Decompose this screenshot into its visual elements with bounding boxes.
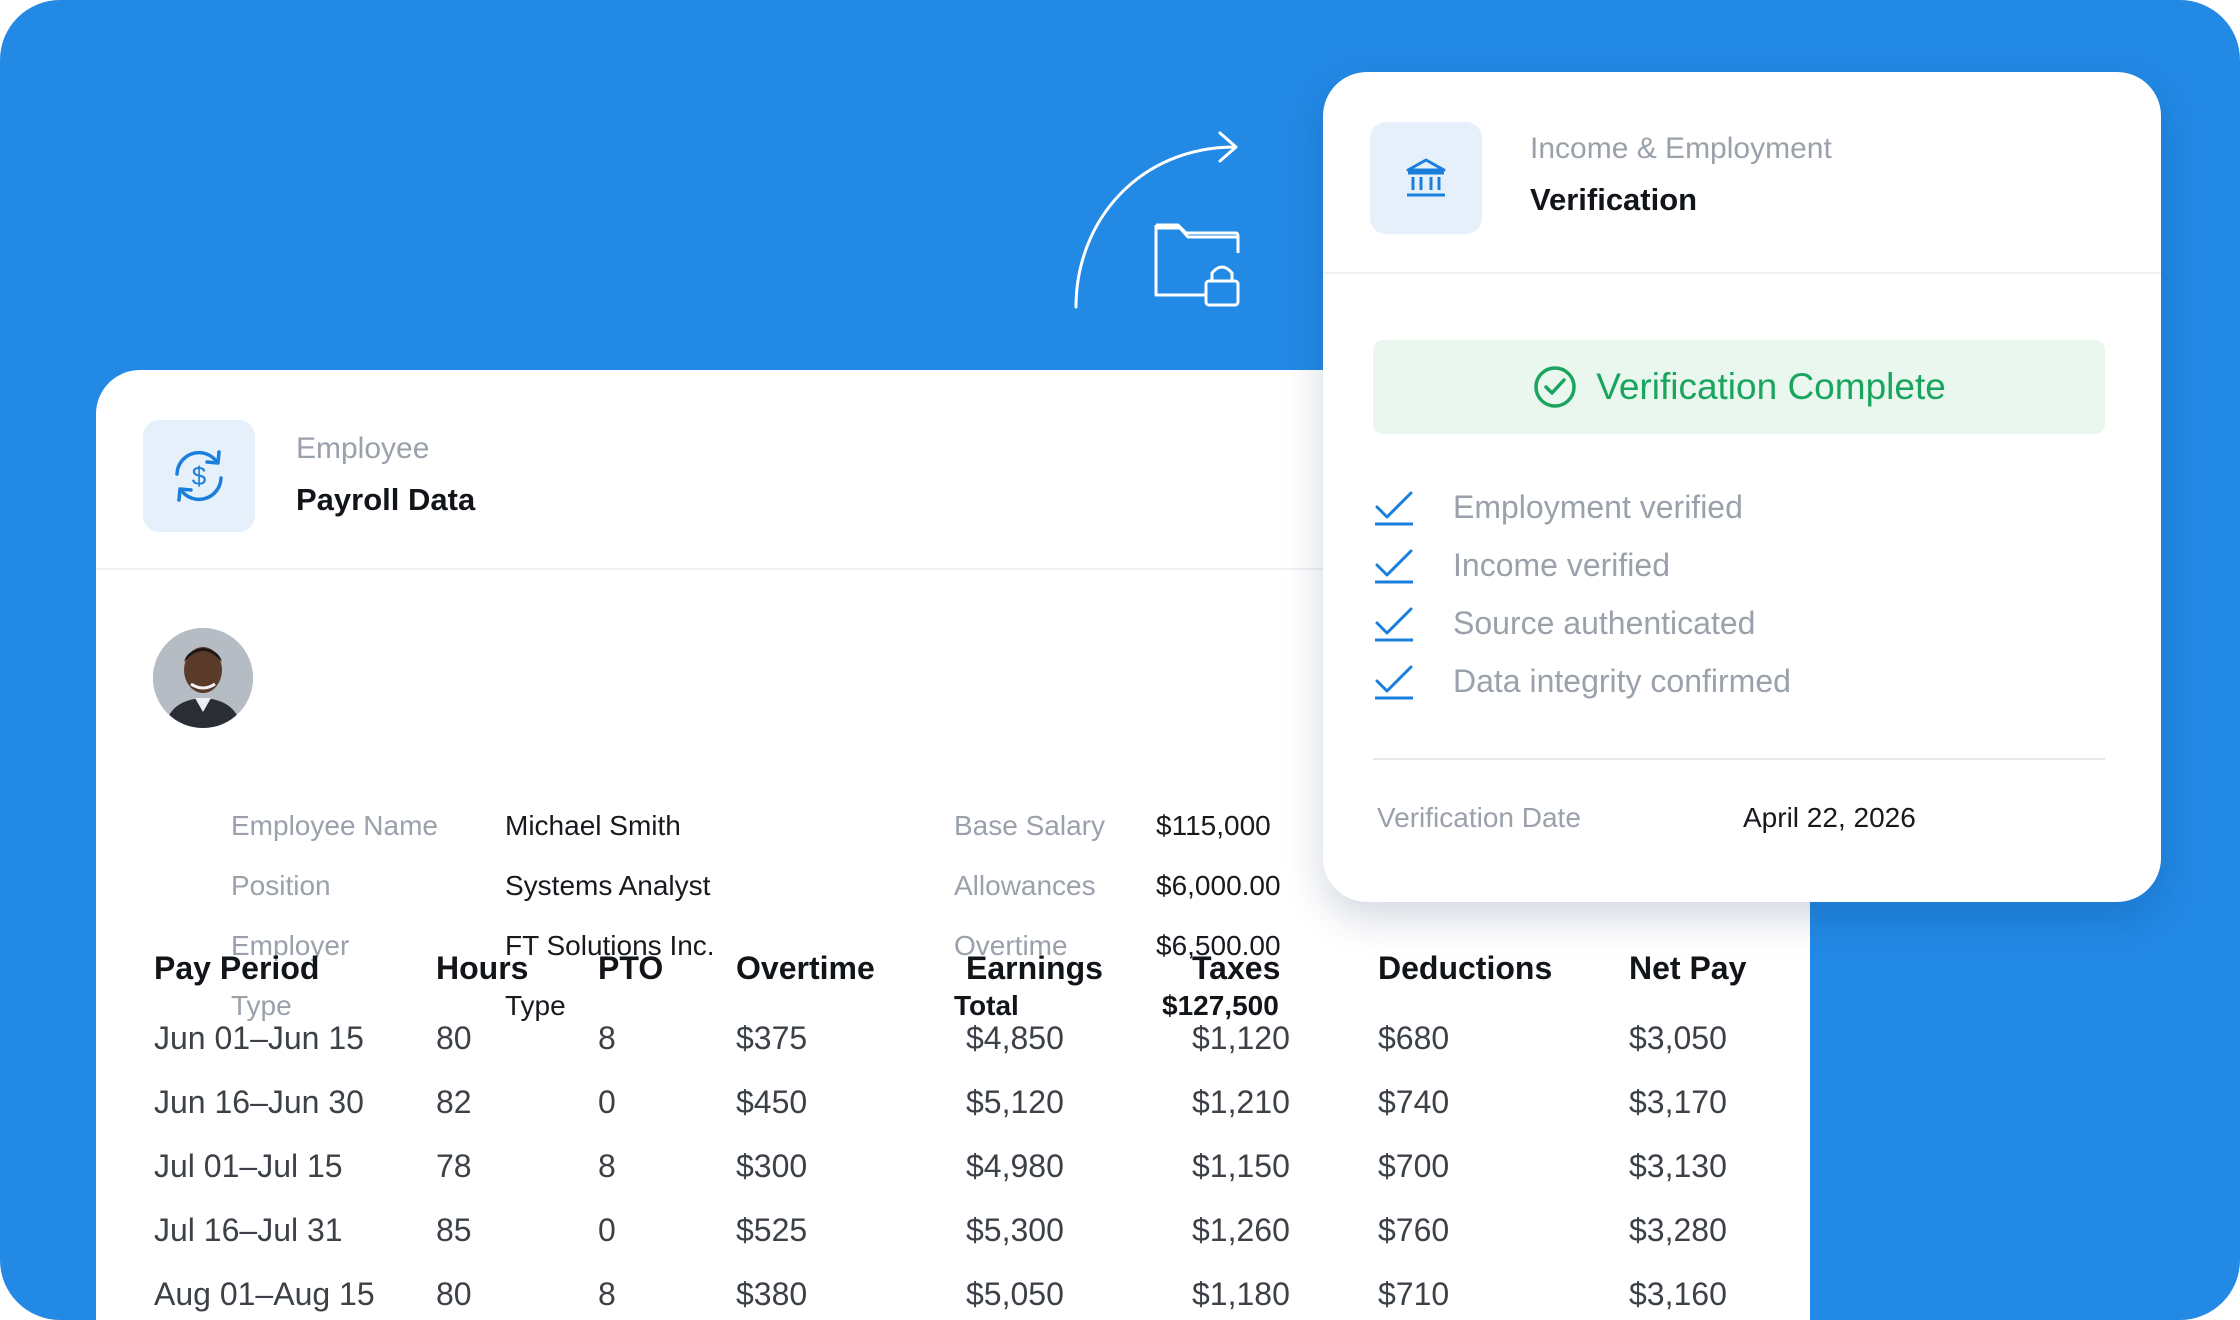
checkmark-icon: [1375, 549, 1413, 584]
bank-icon: [1406, 158, 1446, 197]
verification-card-header: Income & Employment Verification: [1323, 72, 2161, 274]
table-cell: $680: [1378, 1020, 1450, 1056]
check-circle-icon: [1534, 366, 1576, 408]
table-cell: $710: [1378, 1276, 1450, 1312]
verification-status-text: Verification Complete: [1596, 366, 1946, 407]
divider: [1373, 758, 2105, 760]
table-cell: $700: [1378, 1148, 1450, 1184]
table-cell: $375: [736, 1020, 808, 1056]
table-cell: Jun 16–Jun 30: [154, 1084, 364, 1120]
table-cell: $1,180: [1192, 1276, 1290, 1312]
table-cell: 8: [598, 1148, 616, 1184]
table-cell: 80: [436, 1276, 472, 1312]
column-header: Pay Period: [154, 950, 320, 986]
payroll-card-subtitle: Employee: [296, 432, 430, 465]
value-total: $127,500: [1162, 990, 1279, 1021]
table-cell: Aug 01–Aug 15: [154, 1276, 375, 1312]
column-header: PTO: [598, 950, 664, 986]
table-cell: $3,280: [1629, 1212, 1727, 1248]
table-cell: $525: [736, 1212, 808, 1248]
table-cell: Jul 01–Jul 15: [154, 1148, 343, 1184]
check-item-source: Source authenticated: [1373, 603, 1755, 643]
check-text: Source authenticated: [1453, 604, 1756, 641]
check-item-employment: Employment verified: [1373, 487, 1743, 527]
value-type: Type: [505, 990, 566, 1021]
table-cell: Jun 01–Jun 15: [154, 1020, 364, 1056]
verification-status-banner: Verification Complete: [1373, 340, 2105, 434]
secure-transfer-illustration: [1074, 131, 1240, 309]
table-cell: 8: [598, 1020, 616, 1056]
verification-card: Income & Employment Verification Verific…: [1323, 72, 2161, 902]
table-cell: $760: [1378, 1212, 1450, 1248]
label-employee-name: Employee Name: [231, 810, 438, 841]
table-cell: $4,850: [966, 1020, 1064, 1056]
table-cell: $5,300: [966, 1212, 1064, 1248]
label-allowances: Allowances: [954, 870, 1096, 901]
column-header: Net Pay: [1629, 950, 1747, 986]
verification-date-value: April 22, 2026: [1743, 802, 1916, 833]
value-base-salary: $115,000: [1156, 810, 1271, 841]
table-cell: $1,120: [1192, 1020, 1290, 1056]
column-header: Hours: [436, 950, 529, 986]
label-type: Type: [231, 990, 292, 1021]
table-cell: $1,210: [1192, 1084, 1290, 1120]
table-cell: $5,050: [966, 1276, 1064, 1312]
dollar-cycle-icon: $: [175, 450, 223, 502]
table-cell: $450: [736, 1084, 808, 1120]
table-cell: $3,130: [1629, 1148, 1727, 1184]
column-header: Earnings: [966, 950, 1103, 986]
table-cell: $3,050: [1629, 1020, 1727, 1056]
value-employee-name: Michael Smith: [505, 810, 681, 841]
check-text: Employment verified: [1453, 488, 1743, 525]
svg-text:$: $: [192, 461, 207, 491]
value-allowances: $6,000.00: [1156, 870, 1281, 901]
table-cell: 80: [436, 1020, 472, 1056]
checkmark-icon: [1375, 607, 1413, 642]
checkmark-icon: [1375, 491, 1413, 526]
table-cell: $300: [736, 1148, 808, 1184]
label-total: Total: [954, 990, 1019, 1021]
verification-icon-tile: [1370, 122, 1482, 234]
column-header: Overtime: [736, 950, 875, 986]
table-cell: $1,260: [1192, 1212, 1290, 1248]
verification-card-title: Verification: [1530, 182, 1698, 217]
background-canvas: $ Employee Payroll Data Employee Name Mi…: [0, 0, 2240, 1320]
check-item-integrity: Data integrity confirmed: [1373, 661, 1791, 701]
value-position: Systems Analyst: [505, 870, 711, 901]
table-cell: $4,980: [966, 1148, 1064, 1184]
table-cell: 78: [436, 1148, 472, 1184]
check-text: Income verified: [1453, 546, 1670, 583]
label-position: Position: [231, 870, 331, 901]
employee-avatar: [153, 628, 253, 728]
table-cell: $380: [736, 1276, 808, 1312]
table-cell: 0: [598, 1084, 616, 1120]
column-header: Taxes: [1192, 950, 1281, 986]
check-text: Data integrity confirmed: [1453, 662, 1791, 699]
table-cell: 0: [598, 1212, 616, 1248]
table-cell: $740: [1378, 1084, 1450, 1120]
table-cell: 82: [436, 1084, 472, 1120]
table-cell: 85: [436, 1212, 472, 1248]
payroll-card-title: Payroll Data: [296, 482, 476, 517]
table-cell: $1,150: [1192, 1148, 1290, 1184]
table-cell: 8: [598, 1276, 616, 1312]
check-item-income: Income verified: [1373, 545, 1670, 585]
checkmark-icon: [1375, 665, 1413, 700]
verification-card-subtitle: Income & Employment: [1530, 132, 1832, 165]
table-cell: $5,120: [966, 1084, 1064, 1120]
verification-date-label: Verification Date: [1377, 802, 1581, 833]
table-cell: $3,170: [1629, 1084, 1727, 1120]
payroll-icon-tile: $: [143, 420, 255, 532]
column-header: Deductions: [1378, 950, 1553, 986]
table-cell: $3,160: [1629, 1276, 1727, 1312]
label-base-salary: Base Salary: [954, 810, 1105, 841]
table-cell: Jul 16–Jul 31: [154, 1212, 343, 1248]
